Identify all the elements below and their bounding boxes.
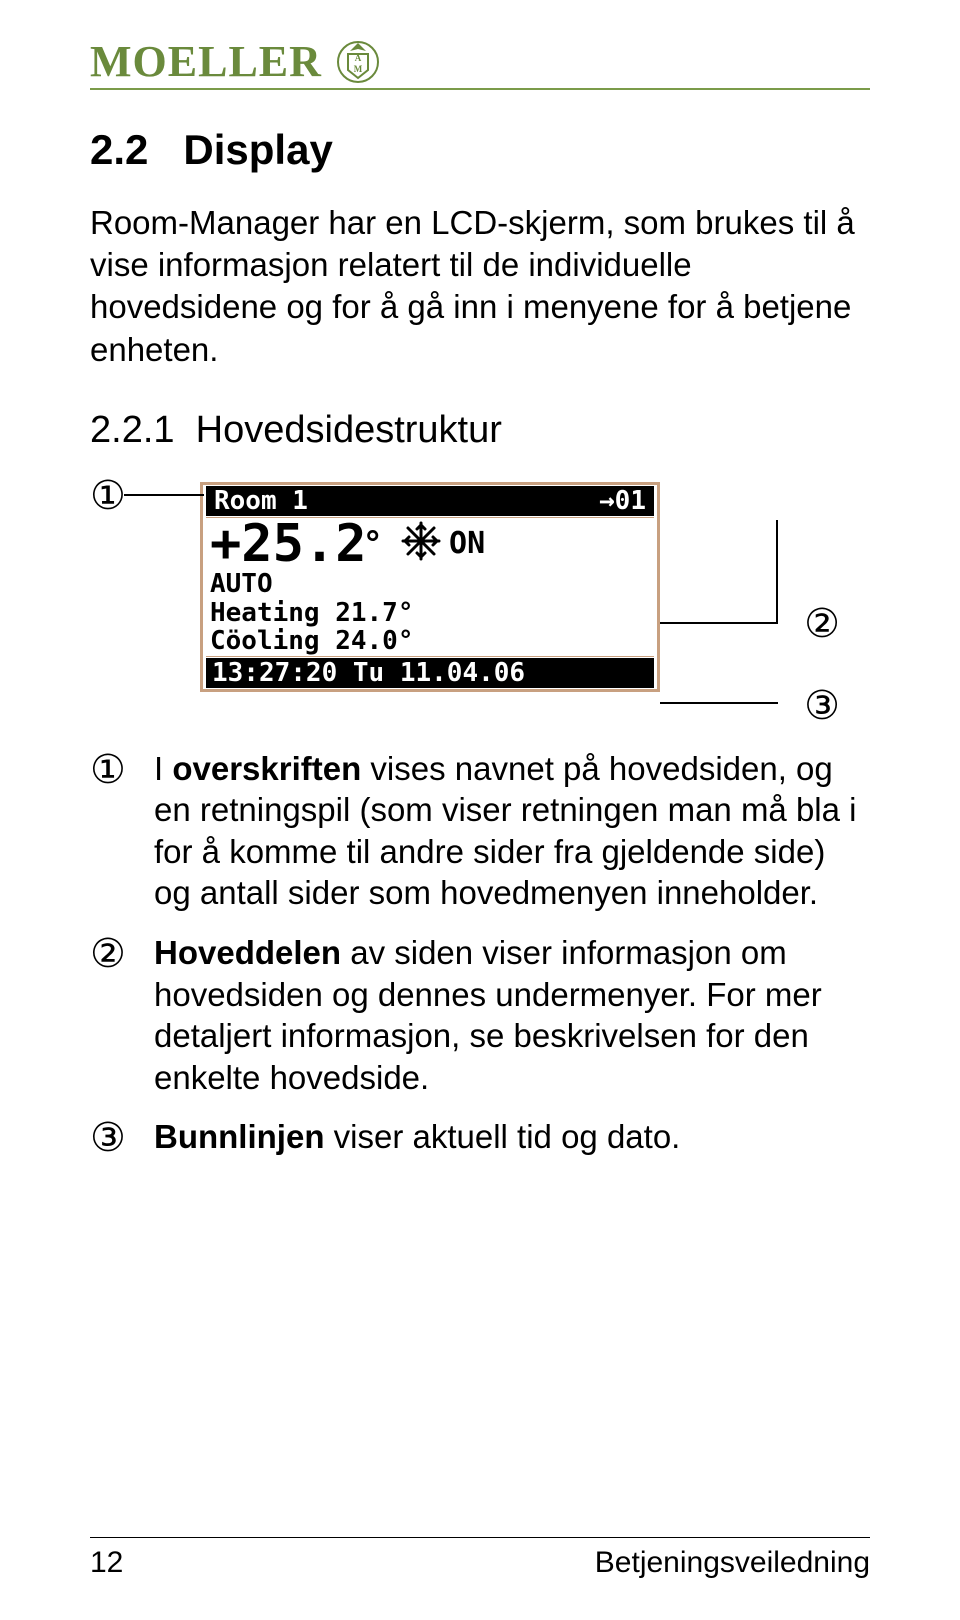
callout-marker-3: ③ <box>804 682 840 729</box>
def-text-1: I overskriften vises navnet på hovedside… <box>154 748 870 914</box>
lcd-page-index: →01 <box>591 486 654 516</box>
lcd-degree-symbol: ° <box>363 527 383 561</box>
section-title: Display <box>183 126 332 173</box>
lcd-temperature: +25.2 <box>210 518 367 570</box>
lcd-state: ON <box>449 529 485 559</box>
def-text-2: Hoveddelen av siden viser informasjon om… <box>154 932 870 1098</box>
def-num-1: ① <box>90 748 154 932</box>
intro-paragraph: Room-Manager har en LCD-skjerm, som bruk… <box>90 202 870 371</box>
lcd-auto: AUTO <box>210 570 650 599</box>
page-footer: 12 Betjeningsveiledning <box>90 1537 870 1580</box>
svg-text:A: A <box>355 53 362 63</box>
callout-line-2v <box>776 520 778 624</box>
subsection-number: 2.2.1 <box>90 409 175 451</box>
lcd-heating: Heating 21.7° <box>210 599 650 628</box>
lcd-screen: Room 1 →01 +25.2° <box>200 482 660 692</box>
page-number: 12 <box>90 1546 123 1580</box>
lcd-statusbar: 13:27:20 Tu 11.04.06 <box>206 658 654 688</box>
def-text-3: Bunnlinjen viser aktuell tid og dato. <box>154 1116 870 1158</box>
snowflake-icon <box>401 518 441 570</box>
callout-line-2h <box>660 622 778 624</box>
subsection-title: Hovedsidestruktur <box>196 409 502 451</box>
callout-definitions: ① I overskriften vises navnet på hovedsi… <box>90 748 870 1176</box>
lcd-diagram: ① Room 1 →01 +25.2° <box>90 482 870 692</box>
def-num-3: ③ <box>90 1116 154 1176</box>
def-num-2: ② <box>90 932 154 1116</box>
section-heading: 2.2 Display <box>90 126 870 174</box>
callout-line-3 <box>660 702 778 704</box>
subsection-heading: 2.2.1 Hovedsidestruktur <box>90 409 870 452</box>
callout-marker-1: ① <box>90 472 126 519</box>
brand-header: MOELLER A M <box>90 40 870 90</box>
callout-line-1 <box>124 494 204 496</box>
lcd-cooling: Cöoling 24.0° <box>210 627 650 656</box>
section-number: 2.2 <box>90 126 148 173</box>
lcd-titlebar: Room 1 →01 <box>206 486 654 516</box>
svg-text:M: M <box>354 64 363 74</box>
brand-emblem-icon: A M <box>336 40 380 84</box>
footer-title: Betjeningsveiledning <box>595 1546 870 1580</box>
lcd-room-label: Room 1 <box>206 486 591 516</box>
brand-name: MOELLER <box>90 40 322 84</box>
callout-marker-2: ② <box>804 600 840 647</box>
lcd-main-area: +25.2° <box>206 517 654 657</box>
